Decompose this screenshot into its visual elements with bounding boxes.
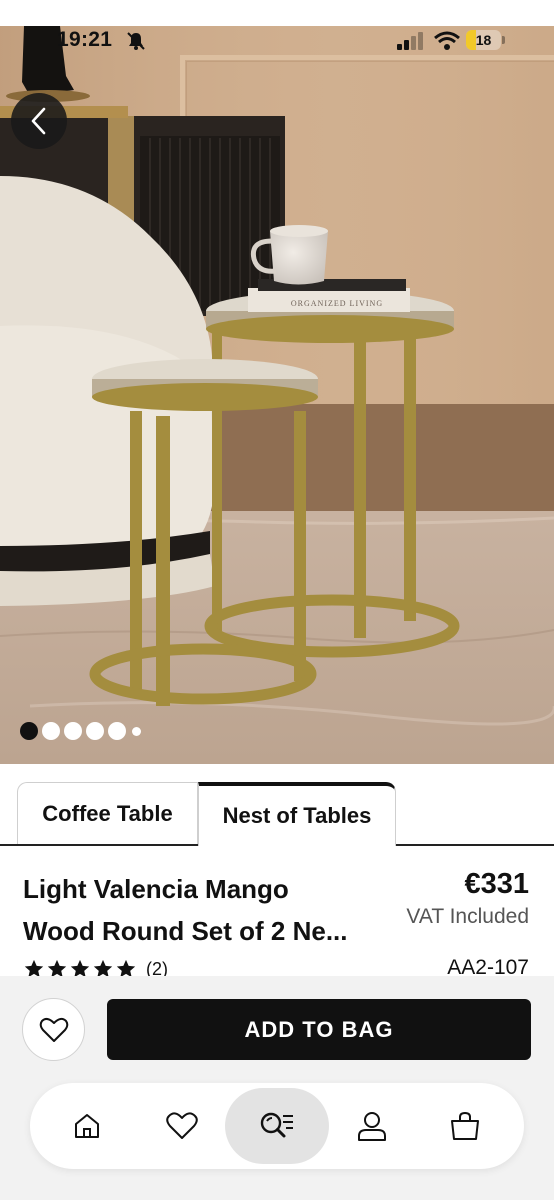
home-icon [75,1114,99,1138]
product-variant-tabs: Coffee Table Nest of Tables [0,764,554,846]
purchase-bar: ADD TO BAG [0,976,554,1200]
product-photo: ORGANIZED LIVING [0,26,554,764]
vat-note: VAT Included [406,905,529,928]
wishlist-button[interactable] [22,998,85,1061]
carousel-dot[interactable] [42,722,60,740]
bottom-nav [30,1083,524,1169]
carousel-dot[interactable] [64,722,82,740]
tab-nest-of-tables[interactable]: Nest of Tables [198,782,396,846]
carousel-dot[interactable] [132,726,141,736]
product-image-carousel[interactable]: ORGANIZED LIVING [0,26,554,764]
battery-icon: 18 [466,30,506,50]
nav-bag[interactable] [430,1083,500,1169]
product-title-line2: Wood Round Set of 2 Ne... [23,916,348,946]
product-price: €331 [464,868,529,900]
heart-icon [39,1017,68,1042]
tab-coffee-table[interactable]: Coffee Table [17,782,198,845]
product-title-line1: Light Valencia Mango [23,874,289,904]
book-title: ORGANIZED LIVING [291,299,383,308]
carousel-dot[interactable] [20,722,38,740]
battery-level: 18 [475,32,492,48]
chevron-left-icon [31,107,46,135]
carousel-indicator [20,722,141,740]
profile-icon [358,1112,386,1141]
nav-home[interactable] [52,1083,122,1169]
nav-account[interactable] [337,1083,407,1169]
product-title: Light Valencia Mango Wood Round Set of 2… [23,868,383,952]
bag-icon [451,1111,479,1140]
search-list-icon [260,1112,293,1138]
nav-wishlist[interactable] [147,1083,217,1169]
status-time: 19:21 [57,28,113,51]
wifi-icon [434,31,460,50]
back-button[interactable] [11,93,67,149]
signal-icon [397,32,423,50]
carousel-dot[interactable] [108,722,126,740]
carousel-dot[interactable] [86,722,104,740]
product-info: Light Valencia Mango Wood Round Set of 2… [0,846,554,979]
nav-search[interactable] [225,1088,329,1164]
status-bar: 19:21 18 [0,26,554,60]
add-to-bag-button[interactable]: ADD TO BAG [107,999,531,1060]
bell-slash-icon [127,32,145,50]
product-page: ORGANIZED LIVING 19:21 18 Coffee Table N… [0,0,554,1200]
heart-icon [166,1112,198,1139]
